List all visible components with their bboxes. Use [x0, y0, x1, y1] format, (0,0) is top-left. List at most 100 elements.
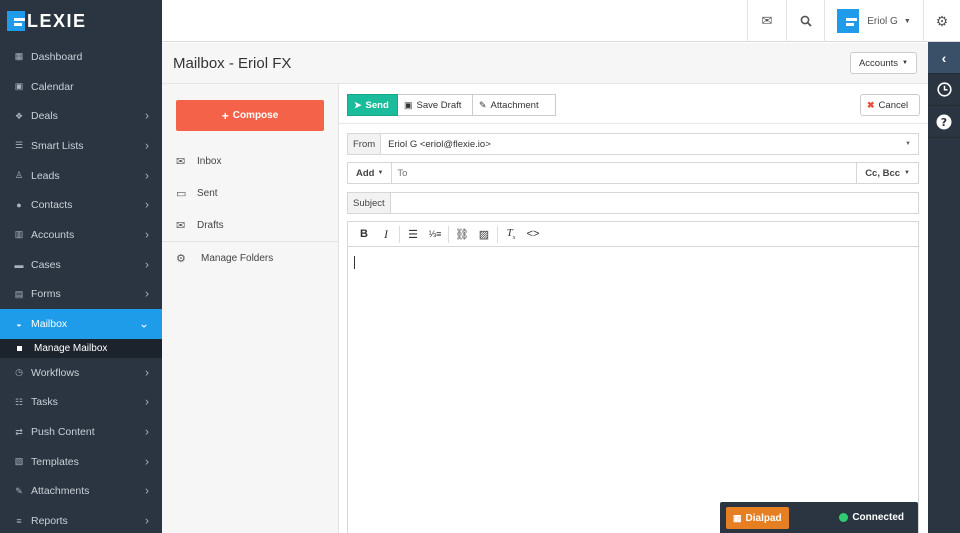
cogs-icon: ⚙ — [176, 253, 186, 265]
attachment-label: Attachment — [490, 99, 539, 111]
sidebar-item-calendar[interactable]: ▣ Calendar — [0, 72, 162, 102]
search-button[interactable] — [786, 0, 824, 42]
dashboard-icon: ▦ — [14, 51, 24, 62]
user-outline-icon: ♙ — [14, 170, 24, 181]
cc-bcc-label: Cc, Bcc — [865, 167, 901, 179]
sidebar-subitem-manage-mailbox[interactable]: Manage Mailbox — [0, 338, 162, 358]
retweet-icon: ⇄ — [15, 426, 23, 437]
image-icon[interactable]: ▨ — [473, 228, 495, 241]
to-input[interactable] — [392, 163, 857, 183]
sidebar-item-forms[interactable]: ▤ Forms › — [0, 280, 162, 310]
sidebar-item-accounts[interactable]: ▥ Accounts › — [0, 220, 162, 250]
source-code-icon[interactable]: <> — [522, 228, 544, 240]
building-icon: ▥ — [14, 229, 24, 240]
toolbar-separator — [399, 225, 400, 243]
flexie-logo-icon — [7, 11, 25, 31]
folder-drafts[interactable]: ✉ Drafts — [176, 219, 224, 232]
sidebar-item-dashboard[interactable]: ▦ Dashboard — [0, 42, 162, 72]
dialpad-button[interactable]: ▦ Dialpad — [726, 507, 789, 529]
sidebar-item-label: Contacts — [31, 199, 73, 212]
sidebar-item-label: Leads — [31, 169, 60, 182]
caret-down-icon: ▼ — [902, 60, 908, 66]
chevron-right-icon: › — [145, 227, 149, 242]
settings-button[interactable]: ⚙ — [923, 0, 960, 42]
manage-folders-link[interactable]: ⚙ Manage Folders — [176, 252, 273, 265]
brand-logo[interactable]: LEXIE — [0, 0, 162, 42]
subject-row: Subject — [347, 192, 919, 214]
sidebar-item-label: Smart Lists — [31, 139, 84, 152]
envelope-icon: ✉ — [761, 13, 773, 28]
sidebar-item-contacts[interactable]: ● Contacts › — [0, 190, 162, 220]
paperclip-icon: ✎ — [479, 99, 487, 110]
folder-icon: ▭ — [176, 188, 187, 200]
message-editor[interactable]: B I ☰ ⅓≡ ⛓ ▨ Tx <> — [347, 221, 919, 533]
folder-label: Inbox — [197, 156, 222, 167]
folder-label: Drafts — [197, 220, 224, 231]
sidebar-item-workflows[interactable]: ◷ Workflows › — [0, 358, 162, 388]
sidebar-item-reports[interactable]: ≡ Reports › — [0, 506, 162, 533]
chevron-right-icon: › — [145, 256, 149, 271]
sidebar-item-mailbox[interactable]: ◒ Mailbox ⌄ — [0, 309, 162, 339]
cc-bcc-button[interactable]: Cc, Bcc ▼ — [856, 163, 918, 183]
send-button[interactable]: ➤ Send — [347, 94, 398, 116]
italic-icon[interactable]: I — [375, 227, 397, 242]
templates-icon: ▧ — [14, 456, 24, 467]
dialpad-label: Dialpad — [745, 512, 782, 524]
bold-icon[interactable]: B — [353, 228, 375, 240]
briefcase-icon: ▬ — [14, 259, 24, 270]
sidebar-item-push-content[interactable]: ⇄ Push Content › — [0, 417, 162, 447]
add-label: Add — [356, 167, 375, 179]
sidebar-item-label: Cases — [31, 258, 61, 271]
compose-label: Compose — [232, 110, 279, 121]
accounts-dropdown[interactable]: Accounts ▼ — [849, 52, 917, 74]
chevron-right-icon: › — [145, 197, 149, 212]
chevron-right-icon: › — [145, 424, 149, 439]
folder-sent[interactable]: ▭ Sent — [176, 187, 218, 200]
grid-icon: ▦ — [733, 512, 742, 523]
history-button[interactable] — [928, 74, 960, 106]
bulleted-list-icon[interactable]: ☰ — [402, 228, 424, 241]
paper-plane-icon: ➤ — [354, 99, 362, 110]
sidebar-item-attachments[interactable]: ✎ Attachments › — [0, 477, 162, 507]
numbered-list-icon[interactable]: ⅓≡ — [424, 229, 446, 239]
sidebar-item-templates[interactable]: ▧ Templates › — [0, 447, 162, 477]
from-label: From — [348, 134, 382, 154]
compose-pane: ➤ Send ▣ Save Draft ✎ Attachment ✖ Cance… — [339, 84, 928, 533]
caret-down-icon: ▼ — [905, 141, 911, 147]
sidebar-item-deals[interactable]: ❖ Deals › — [0, 101, 162, 131]
avatar — [837, 9, 860, 33]
link-icon[interactable]: ⛓ — [451, 228, 473, 241]
list-icon: ☰ — [14, 140, 24, 151]
caret-down-icon: ▼ — [904, 170, 910, 176]
sidebar-item-cases[interactable]: ▬ Cases › — [0, 250, 162, 280]
cancel-button[interactable]: ✖ Cancel — [860, 94, 920, 116]
chevron-left-icon: ‹ — [941, 49, 947, 66]
plus-icon: + — [221, 108, 229, 123]
save-draft-button[interactable]: ▣ Save Draft — [398, 94, 473, 116]
sidebar-item-tasks[interactable]: ☷ Tasks › — [0, 388, 162, 418]
clock-icon: ◷ — [15, 367, 23, 378]
from-field[interactable]: From Eriol G <eriol@flexie.io> ▼ — [347, 133, 919, 155]
compose-button[interactable]: + Compose — [176, 100, 324, 131]
chevron-right-icon: › — [145, 454, 149, 469]
clear-format-icon[interactable]: Tx — [500, 227, 522, 241]
user-name: Eriol G — [867, 15, 898, 27]
attachment-button[interactable]: ✎ Attachment — [473, 94, 556, 116]
messages-button[interactable]: ✉ — [747, 0, 786, 42]
toolbar-separator — [448, 225, 449, 243]
collapse-panel-button[interactable]: ‹ — [928, 42, 960, 74]
folder-inbox[interactable]: ✉ Inbox — [176, 155, 221, 168]
manage-folders-label: Manage Folders — [201, 253, 274, 264]
help-button[interactable]: ? — [928, 106, 960, 138]
subject-input[interactable] — [390, 193, 918, 213]
sidebar-item-label: Templates — [31, 455, 79, 468]
sidebar-item-label: Forms — [31, 288, 61, 301]
sidebar-item-leads[interactable]: ♙ Leads › — [0, 161, 162, 191]
folder-label: Sent — [197, 188, 218, 199]
user-menu[interactable]: Eriol G ▼ — [824, 0, 923, 42]
add-recipient-button[interactable]: Add ▼ — [348, 163, 393, 183]
sidebar: LEXIE ▦ Dashboard ▣ Calendar ❖ Deals › ☰ Smart L… — [0, 0, 162, 533]
chevron-down-icon: ⌄ — [138, 316, 149, 331]
sidebar-item-smart-lists[interactable]: ☰ Smart Lists › — [0, 131, 162, 161]
sidebar-item-label: Tasks — [31, 396, 58, 409]
